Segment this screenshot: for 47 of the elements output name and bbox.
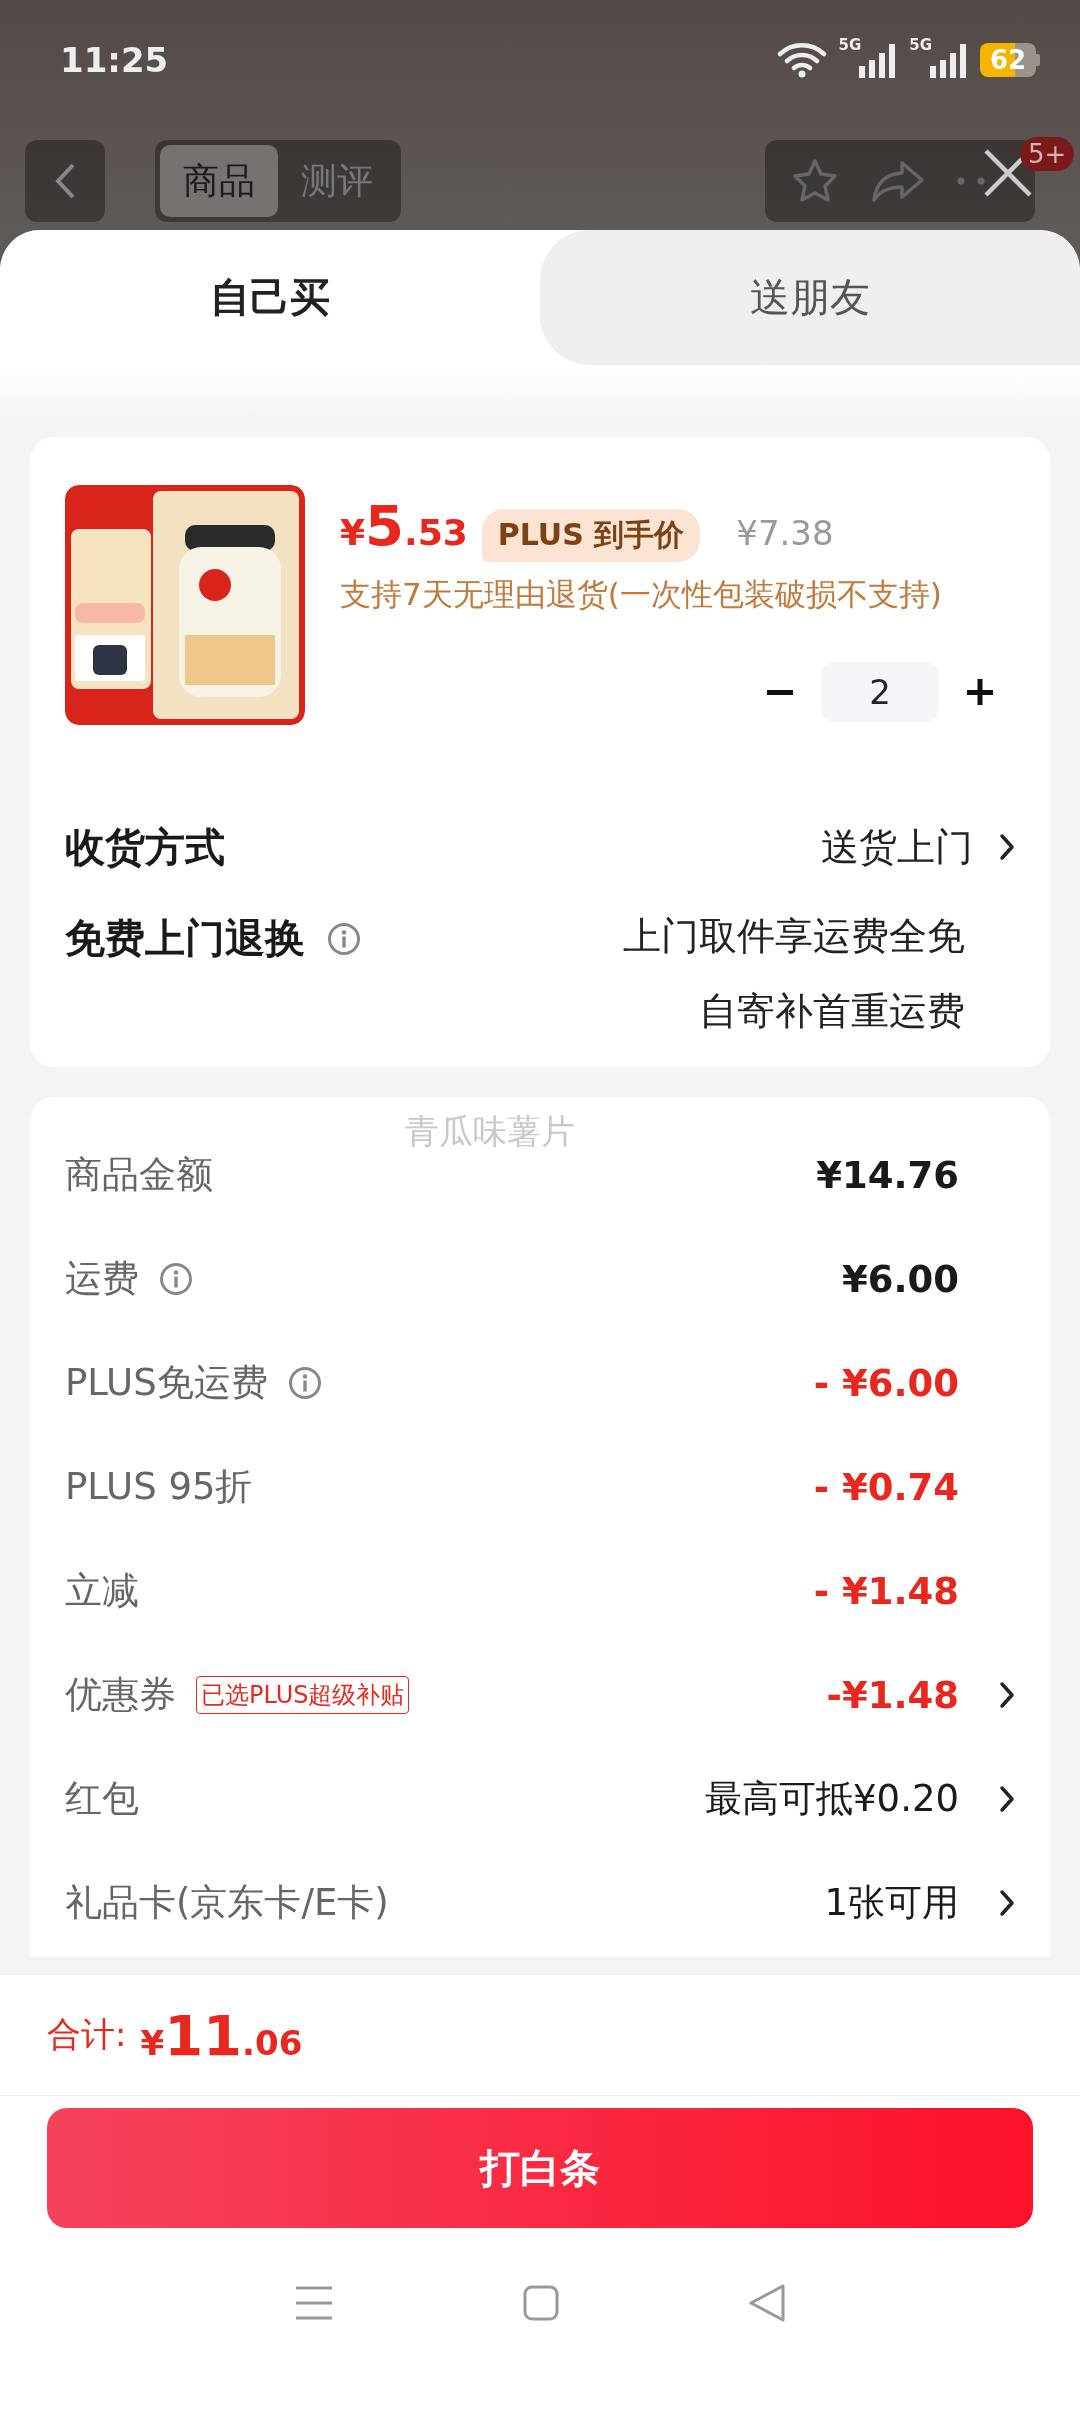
fee-label: 运费 xyxy=(65,1256,139,1302)
pay-button[interactable]: 打白条 xyxy=(47,2108,1033,2228)
segment-tab[interactable]: 商品 xyxy=(160,145,278,217)
return-service-label: 免费上门退换 xyxy=(65,914,305,963)
fee-value: - ¥1.48 xyxy=(813,1569,959,1613)
chevron-right-icon xyxy=(999,833,1015,861)
return-policy: 支持7天无理由退货(一次性包装破损不支持) xyxy=(340,575,943,614)
info-icon[interactable] xyxy=(159,1262,193,1296)
plus-icon[interactable] xyxy=(965,677,995,707)
tab[interactable]: 送朋友 xyxy=(540,230,1080,365)
home-icon[interactable] xyxy=(523,2285,559,2321)
fee-label: PLUS免运费 xyxy=(65,1360,268,1406)
total-label: 合计: xyxy=(47,2013,127,2056)
fee-label: 立减 xyxy=(65,1568,139,1614)
clock-time: 11:25 xyxy=(60,40,170,80)
fee-label: 商品金额 xyxy=(65,1152,213,1198)
fee-value[interactable]: 最高可抵¥0.20 xyxy=(705,1774,959,1824)
coupon-tag: 已选PLUS超级补贴 xyxy=(196,1676,410,1714)
menu-icon[interactable] xyxy=(294,2285,335,2321)
fee-value[interactable]: 1张可用 xyxy=(824,1878,959,1928)
chevron-left-icon xyxy=(53,161,77,201)
info-icon[interactable] xyxy=(327,921,361,956)
return-service-note: 自寄补首重运费 xyxy=(699,988,965,1035)
fee-value: - ¥0.74 xyxy=(813,1465,959,1509)
original-price: ¥7.38 xyxy=(736,513,834,553)
plus-price-tag: PLUS 到手价 xyxy=(481,509,701,562)
fee-label: PLUS 95折 xyxy=(65,1464,253,1510)
share-icon[interactable] xyxy=(870,158,926,204)
delivery-value[interactable]: 送货上门 xyxy=(821,821,973,873)
fee-value: - ¥6.00 xyxy=(813,1361,959,1405)
fee-value: ¥6.00 xyxy=(841,1257,959,1301)
total-amount: ¥11.06 xyxy=(140,2002,303,2068)
fee-value[interactable]: -¥1.48 xyxy=(826,1673,959,1717)
fee-label: 礼品卡(京东卡/E卡) xyxy=(65,1880,389,1926)
back-button[interactable] xyxy=(25,140,105,222)
info-icon[interactable] xyxy=(287,1366,322,1400)
fee-value: ¥14.76 xyxy=(816,1153,959,1197)
back-icon[interactable] xyxy=(747,2283,786,2323)
notification-badge: 5+ xyxy=(1020,137,1075,171)
delivery-label: 收货方式 xyxy=(65,822,225,872)
more-icon[interactable] xyxy=(956,176,986,186)
fee-label: 红包 xyxy=(65,1776,139,1822)
current-price: ¥5.53 xyxy=(340,493,468,558)
quantity-field[interactable]: 2 xyxy=(821,662,939,722)
return-service-note: 上门取件享运费全免 xyxy=(623,913,965,960)
fee-label: 优惠券 xyxy=(65,1672,176,1718)
wifi-icon xyxy=(776,42,827,78)
